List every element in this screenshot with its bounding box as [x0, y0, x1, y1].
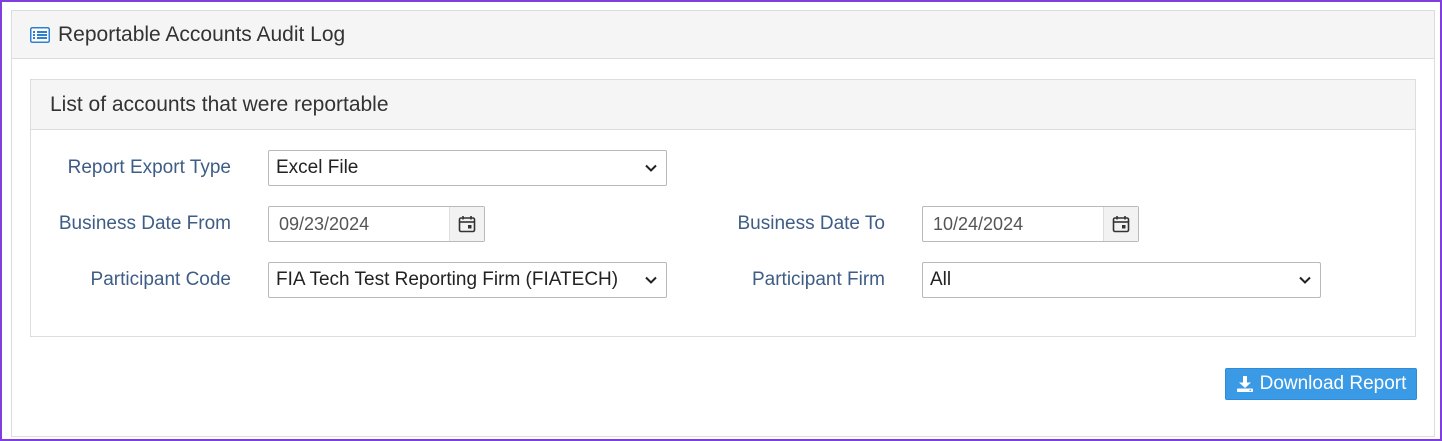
business-date-to-field	[922, 206, 1139, 242]
report-export-type-label: Report Export Type	[67, 157, 231, 178]
participant-firm-value: All	[930, 269, 952, 290]
business-date-from-input[interactable]	[269, 207, 449, 241]
filter-section: List of accounts that were reportable Re…	[30, 79, 1416, 337]
business-date-from-field	[268, 206, 485, 242]
participant-code-value: FIA Tech Test Reporting Firm (FIATECH)	[276, 269, 619, 290]
calendar-icon	[458, 216, 476, 233]
panel-heading: Reportable Accounts Audit Log	[12, 11, 1434, 59]
business-date-from-label: Business Date From	[58, 213, 231, 234]
business-date-to-label: Business Date To	[737, 213, 885, 234]
page-title: Reportable Accounts Audit Log	[58, 22, 346, 46]
chevron-down-icon	[1299, 276, 1311, 284]
report-export-type-value: Excel File	[276, 157, 359, 178]
chevron-down-icon	[645, 276, 657, 284]
download-icon	[1236, 376, 1253, 392]
chevron-down-icon	[645, 164, 657, 172]
participant-firm-label: Participant Firm	[751, 269, 885, 290]
business-date-from-calendar-button[interactable]	[449, 207, 484, 241]
calendar-icon	[1112, 216, 1130, 233]
participant-code-select[interactable]: FIA Tech Test Reporting Firm (FIATECH)	[268, 262, 667, 298]
section-title: List of accounts that were reportable	[31, 80, 1415, 130]
download-report-button[interactable]: Download Report	[1225, 368, 1417, 400]
business-date-to-input[interactable]	[923, 207, 1103, 241]
audit-log-panel: Reportable Accounts Audit Log List of ac…	[11, 10, 1435, 437]
business-date-to-calendar-button[interactable]	[1103, 207, 1138, 241]
download-report-label: Download Report	[1259, 373, 1407, 394]
participant-firm-select[interactable]: All	[922, 262, 1321, 298]
list-icon	[30, 26, 50, 43]
report-export-type-select[interactable]: Excel File	[268, 150, 667, 186]
participant-code-label: Participant Code	[90, 269, 231, 290]
